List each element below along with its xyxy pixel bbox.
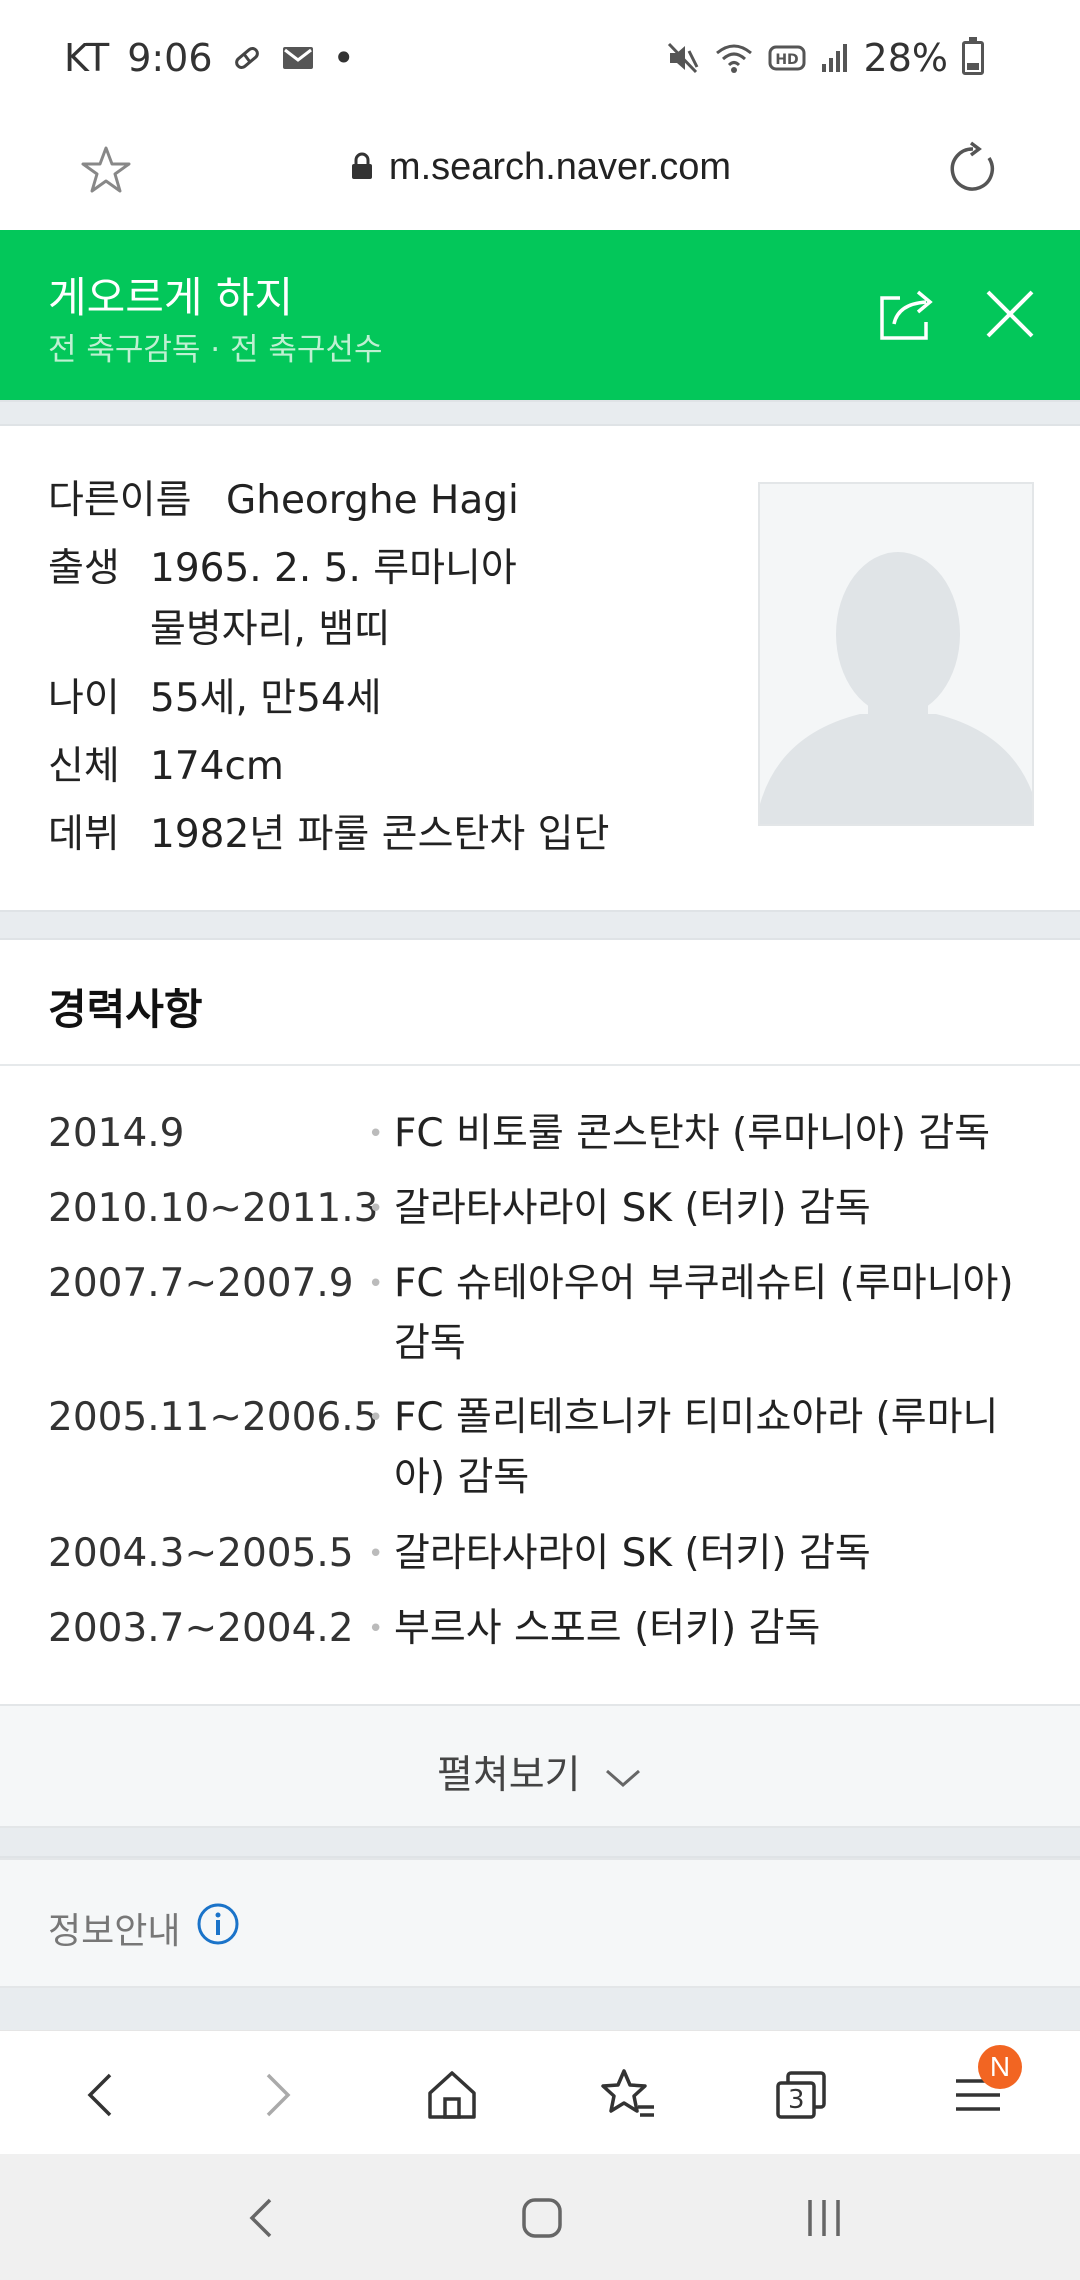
career-date: 2005.11~2006.5 (48, 1395, 379, 1440)
career-item: 2007.7~2007.9 • FC 슈테아우어 부쿠레슈티 (루마니아) 감독 (48, 1254, 1048, 1374)
bullet-dot: • (368, 1403, 384, 1433)
bullet-dot: • (368, 1614, 384, 1644)
battery-percent: 28% (863, 36, 948, 80)
profile-row-alias: 다른이름 Gheorghe Hagi (48, 470, 519, 531)
chevron-down-icon (605, 1769, 640, 1787)
career-item: 2003.7~2004.2 • 부르사 스포르 (터키) 감독 (48, 1599, 1048, 1659)
profile-row-body: 신체 174cm (48, 736, 284, 797)
menu-icon[interactable]: N (948, 2045, 1022, 2125)
profile-row-debut: 데뷔 1982년 파룰 콘스탄차 입단 (48, 804, 609, 865)
lock-icon (349, 148, 375, 179)
person-name: 게오르게 하지 (48, 273, 294, 322)
career-date: 2014.9 (48, 1111, 185, 1156)
career-list: 2014.9 • FC 비토룰 콘스탄차 (루마니아) 감독 2010.10~2… (0, 1068, 1080, 1704)
info-section: 정보안내 (0, 1858, 1080, 1988)
profile-row-birth: 출생 1965. 2. 5. 루마니아 물병자리, 뱀띠 (48, 538, 517, 660)
system-home-icon[interactable] (518, 2194, 566, 2242)
info-icon[interactable] (196, 1902, 240, 1946)
bullet-dot: • (368, 1539, 384, 1569)
career-date: 2010.10~2011.3 (48, 1186, 379, 1231)
section-divider (0, 1988, 1080, 2030)
career-text: FC 폴리테흐니카 티미쇼아라 (루마니아) 감독 (394, 1395, 999, 1500)
career-text: 갈라타사라이 SK (터키) 감독 (394, 1531, 871, 1576)
body-label: 신체 (48, 744, 120, 789)
debut-value: 1982년 파룰 콘스탄차 입단 (150, 812, 610, 857)
career-title: 경력사항 (48, 985, 203, 1034)
profile-photo-placeholder[interactable] (758, 482, 1034, 826)
age-label: 나이 (48, 676, 120, 721)
career-item: 2010.10~2011.3 • 갈라타사라이 SK (터키) 감독 (48, 1179, 1048, 1239)
person-occupation: 전 축구감독 · 전 축구선수 (48, 332, 383, 368)
tabs-count: 3 (788, 2085, 805, 2115)
reload-icon[interactable] (944, 140, 1002, 198)
system-nav-bar (0, 2154, 1080, 2280)
hd-icon: HD (768, 43, 806, 73)
section-divider (0, 1828, 1080, 1858)
birth-label: 출생 (48, 546, 120, 591)
alias-value: Gheorghe Hagi (226, 478, 519, 523)
status-left: KT 9:06 • (64, 36, 355, 80)
tabs-icon[interactable]: 3 (772, 2065, 832, 2125)
result-header: 게오르게 하지 전 축구감독 · 전 축구선수 (0, 230, 1080, 400)
career-text: 부르사 스포르 (터키) 감독 (394, 1606, 821, 1651)
back-icon[interactable] (72, 2065, 132, 2125)
home-icon[interactable] (422, 2065, 482, 2125)
share-icon[interactable] (876, 282, 940, 346)
url-text: m.search.naver.com (388, 146, 732, 188)
alias-label: 다른이름 (48, 478, 192, 523)
bullet-dot: • (368, 1194, 384, 1224)
expand-label: 펼쳐보기 (437, 1753, 581, 1798)
pill-icon (231, 42, 263, 74)
close-icon[interactable] (980, 284, 1040, 344)
career-item: 2004.3~2005.5 • 갈라타사라이 SK (터키) 감독 (48, 1524, 1048, 1584)
debut-label: 데뷔 (48, 812, 120, 857)
carrier-label: KT (64, 36, 110, 80)
bookmarks-icon[interactable] (598, 2065, 658, 2125)
mail-icon (281, 44, 315, 72)
section-divider (0, 400, 1080, 426)
profile-row-age: 나이 55세, 만54세 (48, 668, 382, 729)
body-value: 174cm (150, 744, 284, 789)
section-divider (0, 910, 1080, 940)
status-right: HD 28% (666, 36, 984, 80)
career-text: 갈라타사라이 SK (터키) 감독 (394, 1186, 871, 1231)
career-item: 2005.11~2006.5 • FC 폴리테흐니카 티미쇼아라 (루마니아) … (48, 1388, 1048, 1508)
career-date: 2003.7~2004.2 (48, 1606, 354, 1651)
wifi-icon (714, 41, 754, 75)
bullet-dot: • (368, 1119, 384, 1149)
system-recents-icon[interactable] (800, 2194, 848, 2242)
signal-icon (820, 42, 850, 74)
age-value: 55세, 만54세 (150, 676, 382, 721)
menu-badge: N (978, 2045, 1022, 2089)
system-back-icon[interactable] (238, 2194, 286, 2242)
address-bar: m.search.naver.com (0, 124, 1080, 230)
birth-value-zodiac: 물병자리, 뱀띠 (150, 607, 391, 652)
career-date: 2007.7~2007.9 (48, 1261, 354, 1306)
forward-icon[interactable] (246, 2065, 306, 2125)
battery-icon (962, 37, 984, 75)
career-date: 2004.3~2005.5 (48, 1531, 354, 1576)
expand-label-wrap: 펼쳐보기 (0, 1744, 1080, 1800)
career-header: 경력사항 (0, 940, 1080, 1066)
url-field[interactable]: m.search.naver.com (0, 146, 1080, 189)
info-label[interactable]: 정보안내 (48, 1902, 180, 1954)
clock: 9:06 (127, 36, 213, 80)
career-text: FC 비토룰 콘스탄차 (루마니아) 감독 (394, 1111, 991, 1156)
career-text: FC 슈테아우어 부쿠레슈티 (루마니아) 감독 (394, 1261, 1014, 1366)
career-item: 2014.9 • FC 비토룰 콘스탄차 (루마니아) 감독 (48, 1104, 1048, 1164)
expand-button[interactable]: 펼쳐보기 (0, 1704, 1080, 1828)
svg-text:HD: HD (775, 52, 798, 68)
notification-dot: • (332, 36, 355, 80)
mute-icon (666, 41, 700, 75)
birth-value: 1965. 2. 5. 루마니아 (150, 546, 517, 591)
status-bar: KT 9:06 • HD 28% (0, 0, 1080, 124)
browser-toolbar: 3 N (0, 2030, 1080, 2154)
profile-section: 다른이름 Gheorghe Hagi 출생 1965. 2. 5. 루마니아 물… (0, 426, 1080, 910)
bullet-dot: • (368, 1269, 384, 1299)
